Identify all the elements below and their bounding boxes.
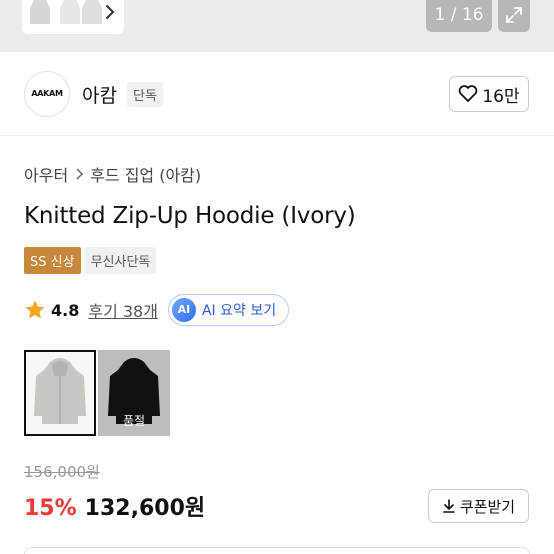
color-option-black[interactable]: 품절 bbox=[98, 350, 170, 436]
like-button[interactable]: 16만 bbox=[449, 76, 529, 112]
discount-rate: 15% bbox=[24, 496, 77, 521]
hoodie-thumbnail bbox=[60, 0, 80, 24]
season-new-tag: SS 신상 bbox=[24, 247, 81, 274]
bottom-info-box bbox=[24, 547, 530, 554]
musinsa-exclusive-tag: 무신사단독 bbox=[84, 247, 157, 274]
image-counter: 1 / 16 bbox=[426, 0, 492, 32]
rating-row: 4.8 후기 38개 AI AI 요약 보기 bbox=[24, 293, 290, 327]
heart-icon bbox=[459, 85, 478, 102]
ai-summary-label: AI 요약 보기 bbox=[201, 303, 277, 319]
brand-name[interactable]: 아캄 bbox=[82, 81, 117, 108]
coupon-label: 쿠폰받기 bbox=[459, 497, 516, 516]
gallery-thumbnail-strip[interactable] bbox=[22, 0, 124, 34]
ai-summary-button[interactable]: AI AI 요약 보기 bbox=[167, 294, 290, 326]
expand-icon bbox=[506, 7, 522, 23]
product-title: Knitted Zip-Up Hoodie (Ivory) bbox=[24, 203, 356, 229]
product-tags: SS 신상 무신사단독 bbox=[24, 247, 157, 274]
star-icon bbox=[25, 300, 45, 319]
hoodie-thumbnail bbox=[30, 0, 50, 24]
coupon-button[interactable]: 쿠폰받기 bbox=[428, 489, 529, 523]
expand-button[interactable] bbox=[498, 0, 530, 32]
brand-logo[interactable]: AAKAM bbox=[24, 71, 70, 117]
ai-icon: AI bbox=[171, 298, 196, 322]
like-count: 16만 bbox=[482, 86, 520, 107]
ivory-hoodie-image bbox=[34, 358, 86, 424]
exclusive-badge: 단독 bbox=[127, 82, 163, 107]
original-price: 156,000원 bbox=[24, 463, 100, 481]
soldout-label: 품절 bbox=[122, 414, 146, 428]
color-option-ivory[interactable] bbox=[24, 350, 96, 436]
breadcrumb: 아우터 후드 집업 (아캄) bbox=[24, 162, 201, 186]
download-icon bbox=[443, 499, 455, 513]
sale-price: 132,600원 bbox=[84, 496, 206, 521]
image-gallery: 1 / 16 bbox=[0, 0, 554, 52]
chevron-right-icon[interactable] bbox=[102, 2, 118, 22]
review-link[interactable]: 후기 38개 bbox=[88, 298, 158, 322]
rating-value: 4.8 bbox=[51, 300, 80, 320]
hoodie-thumbnail bbox=[82, 0, 102, 24]
brand-row: AAKAM 아캄 단독 16만 bbox=[0, 52, 554, 136]
chevron-right-icon bbox=[76, 168, 84, 180]
breadcrumb-item-outer[interactable]: 아우터 bbox=[24, 162, 68, 186]
price-row: 15% 132,600원 bbox=[24, 490, 205, 522]
breadcrumb-item-hood-zipup[interactable]: 후드 집업 (아캄) bbox=[90, 162, 201, 186]
